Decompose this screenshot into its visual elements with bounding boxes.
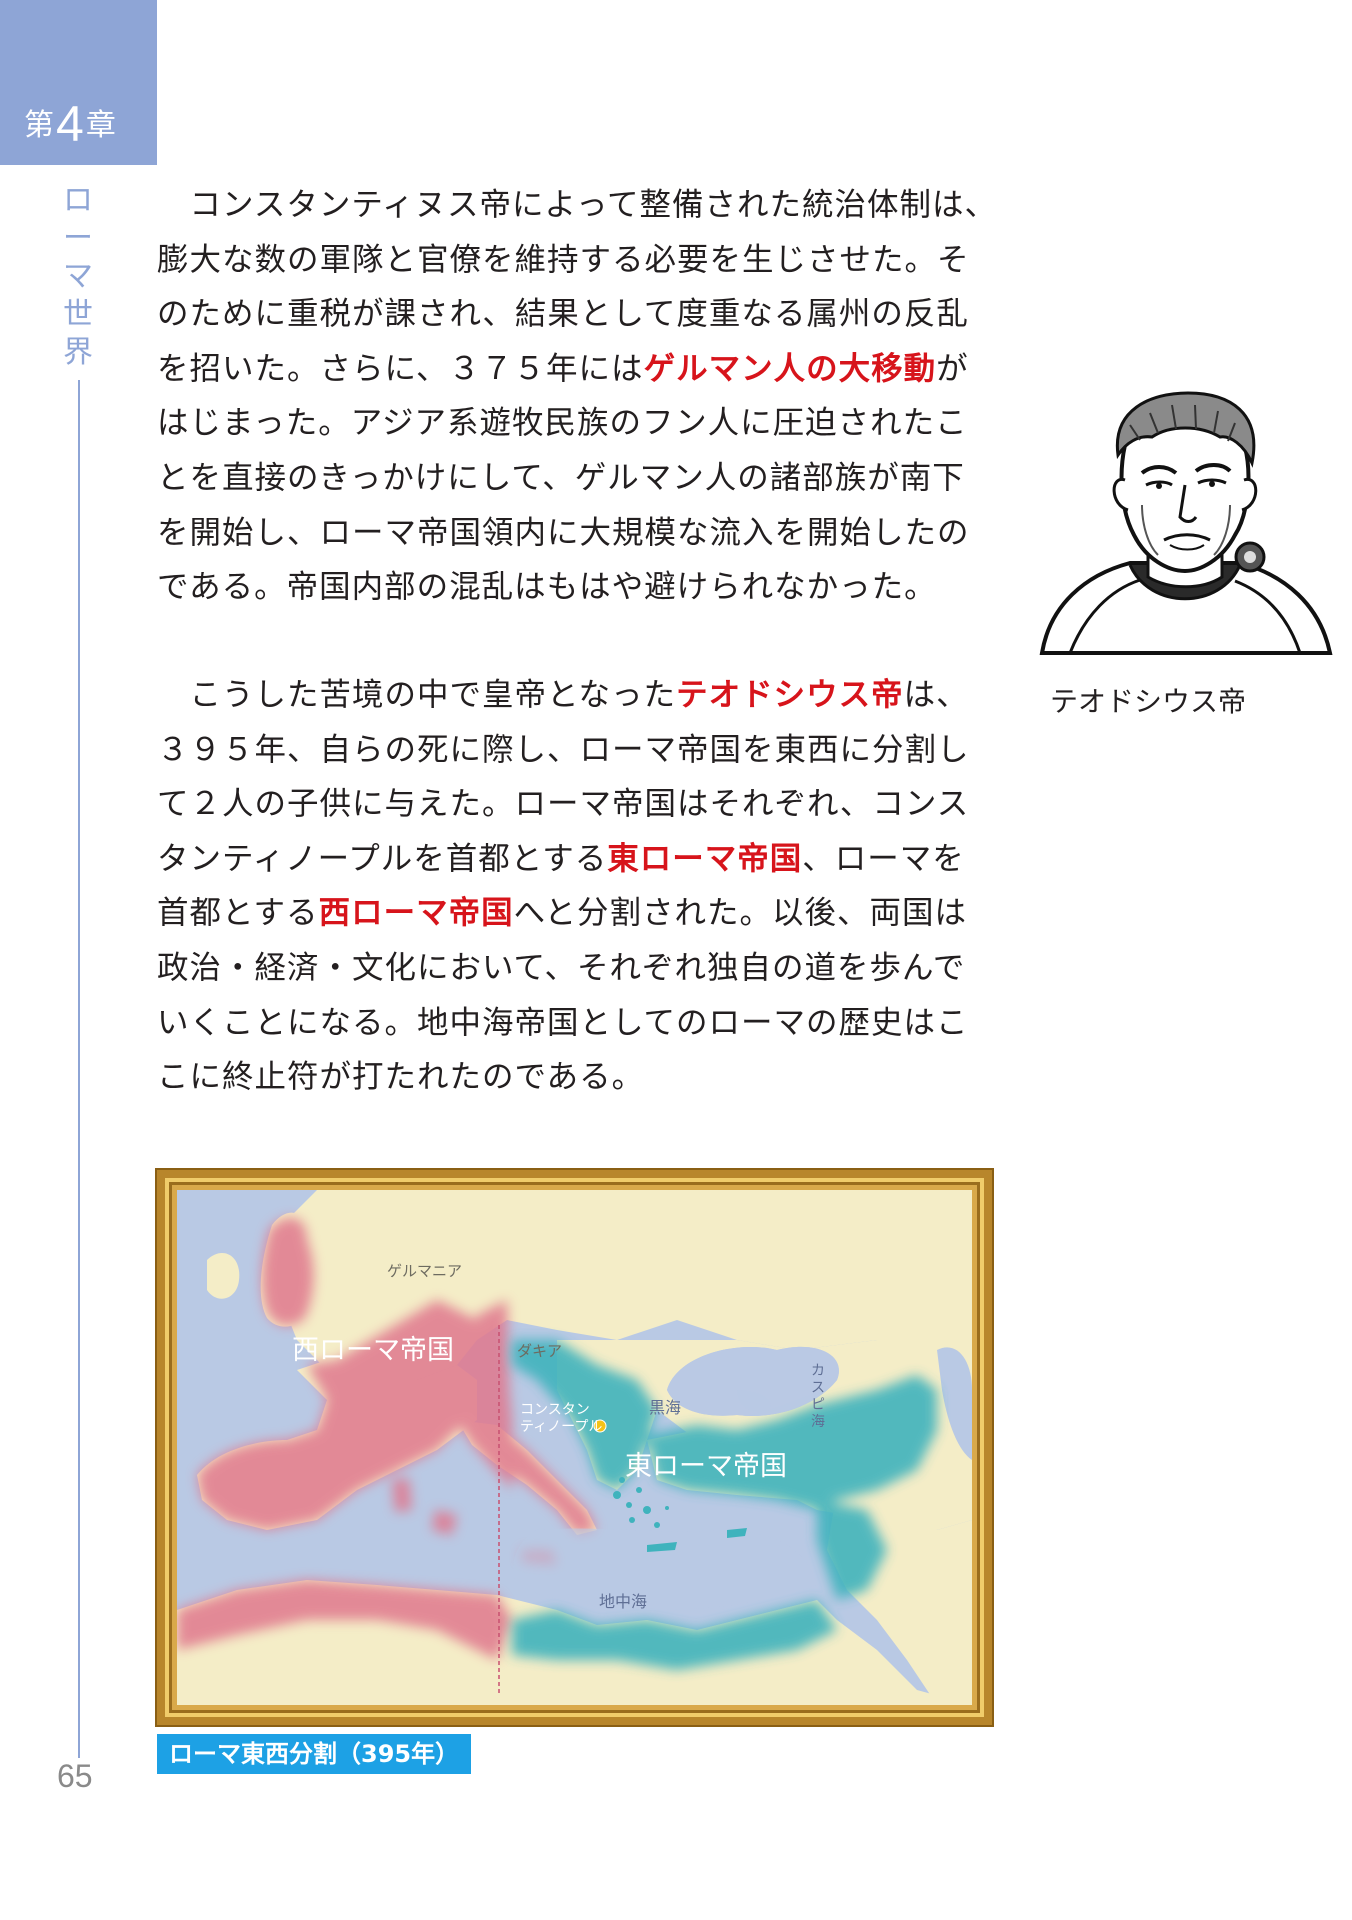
- label-east-empire: 東ローマ帝国: [625, 1451, 787, 1482]
- highlight-east-roman-empire: 東ローマ帝国: [607, 840, 803, 877]
- label-constantinople-line2: ティノープル: [520, 1419, 603, 1435]
- label-constantinople-line1: コンスタン: [520, 1402, 590, 1418]
- section-title-char: ロ: [63, 183, 93, 218]
- page-number: 65: [57, 1758, 93, 1794]
- label-dacia: ダキア: [517, 1342, 563, 1360]
- section-title-char: マ: [63, 259, 93, 294]
- section-title-char: 世: [63, 297, 93, 332]
- body-paragraph-2: こうした苦境の中で皇帝となったテオドシウス帝は、３９５年、自らの死に際し、ローマ…: [157, 677, 970, 1096]
- label-constantinople: コンスタン ティノープル: [520, 1402, 602, 1436]
- map-frame: ゲルマニア ダキア 西ローマ帝国 東ローマ帝国 コンスタン ティノープル 黒海 …: [157, 1170, 992, 1725]
- label-black-sea: 黒海: [649, 1398, 682, 1417]
- portrait-caption: テオドシウス帝: [1050, 685, 1247, 718]
- chapter-label: 第4章: [24, 99, 116, 149]
- chapter-tab: 第4章: [0, 0, 157, 165]
- highlight-theodosius: テオドシウス帝: [676, 677, 904, 713]
- chapter-suffix: 章: [85, 108, 116, 143]
- body-paragraph-1: コンスタンティヌス帝によって整備された統治体制は、膨大な数の軍隊と官僚を維持する…: [157, 187, 997, 606]
- highlight-west-roman-empire: 西ローマ帝国: [318, 895, 514, 932]
- chapter-prefix: 第: [24, 108, 54, 143]
- chapter-number: 4: [56, 96, 84, 152]
- map-caption: ローマ東西分割（395年）: [157, 1734, 472, 1774]
- highlight-germanic-migration: ゲルマン人の大移動: [643, 350, 937, 387]
- section-title-char: ー: [63, 221, 93, 256]
- side-rule: [78, 380, 80, 1758]
- label-caspian-sea: カ ス ピ 海: [811, 1363, 825, 1430]
- label-west-empire: 西ローマ帝国: [292, 1335, 454, 1366]
- label-mediterranean: 地中海: [599, 1592, 648, 1611]
- section-title-char: 界: [63, 335, 93, 370]
- label-germania: ゲルマニア: [387, 1262, 463, 1280]
- roman-division-map: ゲルマニア ダキア 西ローマ帝国 東ローマ帝国 コンスタン ティノープル 黒海 …: [177, 1190, 972, 1705]
- section-title: ロ ー マ 世 界: [58, 182, 98, 372]
- theodosius-portrait: [1030, 385, 1340, 655]
